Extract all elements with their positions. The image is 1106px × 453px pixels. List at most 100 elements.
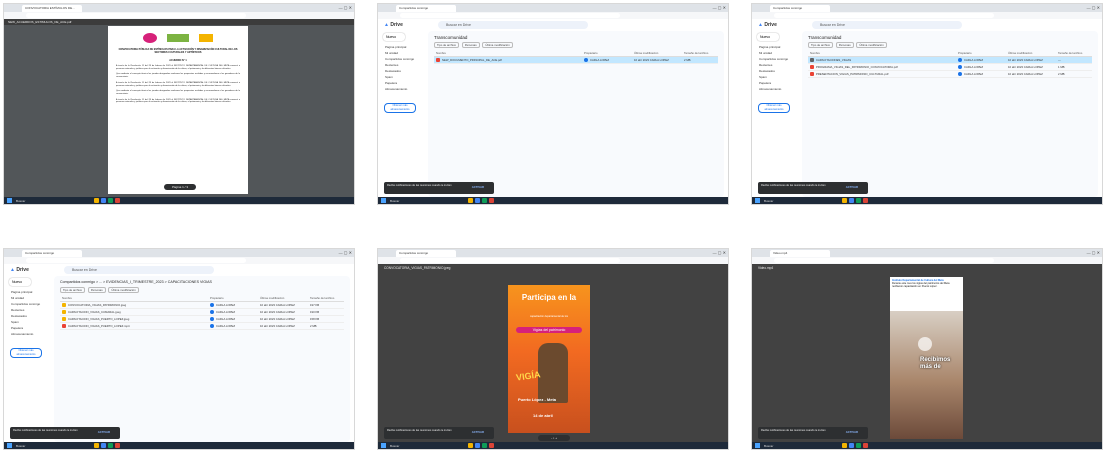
table-row[interactable]: CAPACITACION_VIGIAS_PUERTO_LOPEZ.jpeg CA… [60, 316, 344, 323]
taskbar-search[interactable]: Buscar [764, 444, 773, 448]
url-field[interactable] [400, 258, 620, 263]
drive-search-input[interactable]: Buscar en Drive [812, 21, 962, 29]
table-row[interactable]: CAPACITACION_VIGIAS_PUERTO_LOPEZ.mp4 CAR… [60, 323, 344, 330]
drive-search-input[interactable]: Buscar en Drive [64, 266, 214, 274]
col-modified[interactable]: Última modificación [1008, 51, 1032, 55]
col-modified[interactable]: Última modificación [260, 296, 284, 300]
sidebar-item-storage[interactable]: Almacenamiento [11, 332, 33, 336]
pdf-page-control[interactable]: Página 1 / 3 [164, 184, 196, 190]
windows-start-icon[interactable] [7, 198, 12, 203]
sidebar-item-spam[interactable]: Spam [385, 75, 393, 79]
filter-type[interactable]: Tipo de archivo [434, 42, 460, 48]
folder-icon[interactable] [94, 443, 99, 448]
video-player[interactable]: Instituto Departamental de Cultura del M… [890, 277, 963, 439]
sidebar-item-starred[interactable]: Destacados [11, 314, 27, 318]
col-name[interactable]: Nombre [62, 296, 72, 300]
sidebar-item-recent[interactable]: Recientes [385, 63, 398, 67]
excel-icon[interactable] [856, 443, 861, 448]
col-name[interactable]: Nombre [810, 51, 820, 55]
sidebar-item-trash[interactable]: Papelera [11, 326, 23, 330]
table-row[interactable]: CAPACITACIONES_VIGIAS CARLA LOPEZ 10 abr… [808, 57, 1092, 64]
drive-search-input[interactable]: Buscar en Drive [438, 21, 588, 29]
excel-icon[interactable] [856, 198, 861, 203]
window-controls[interactable]: — ▢ ✕ [339, 5, 352, 10]
browser-icon[interactable] [101, 198, 106, 203]
sidebar-item-spam[interactable]: Spam [11, 320, 19, 324]
folder-icon[interactable] [842, 198, 847, 203]
excel-icon[interactable] [482, 443, 487, 448]
browser-tab[interactable]: Compartidos conmigo [22, 250, 82, 257]
excel-icon[interactable] [108, 198, 113, 203]
sidebar-item-home[interactable]: Página principal [759, 45, 780, 49]
sidebar-item-starred[interactable]: Destacados [385, 69, 401, 73]
browser-icon[interactable] [475, 198, 480, 203]
table-row[interactable]: PROGRAMA_VIGIAS_DEL_PATRIMONIO_CONVOCATO… [808, 64, 1092, 71]
table-row[interactable]: CAPACITACION_VIGIAS_CUMARAL.jpeg CARLA L… [60, 309, 344, 316]
taskbar-search[interactable]: Buscar [764, 199, 773, 203]
taskbar-search[interactable]: Buscar [16, 199, 25, 203]
taskbar-search[interactable]: Buscar [390, 444, 399, 448]
url-field[interactable] [26, 258, 246, 263]
toast-action-button[interactable]: ACTIVAR [98, 430, 110, 435]
sidebar-item-my-drive[interactable]: Mi unidad [385, 51, 398, 55]
table-row[interactable]: NEW_DOCUMENTO_PRINCIPAL_DE_ACE.pdf CARLA… [434, 57, 718, 64]
filter-modified[interactable]: Última modificación [482, 42, 513, 48]
app-icon[interactable] [115, 443, 120, 448]
col-size[interactable]: Tamaño del archivo [310, 296, 334, 300]
sidebar-item-my-drive[interactable]: Mi unidad [759, 51, 772, 55]
folder-icon[interactable] [468, 443, 473, 448]
drive-logo[interactable]: ▲ Drive [10, 267, 29, 273]
col-owner[interactable]: Propietario [210, 296, 224, 300]
window-controls[interactable]: — ▢ ✕ [713, 250, 726, 255]
app-icon[interactable] [489, 198, 494, 203]
filter-modified[interactable]: Última modificación [856, 42, 887, 48]
sidebar-item-shared[interactable]: Compartidos conmigo [385, 57, 414, 61]
filter-people[interactable]: Personas [87, 287, 106, 293]
sidebar-item-shared[interactable]: Compartidos conmigo [11, 302, 40, 306]
sidebar-item-recent[interactable]: Recientes [11, 308, 24, 312]
window-controls[interactable]: — ▢ ✕ [1087, 5, 1100, 10]
browser-tab[interactable]: Compartidos conmigo [396, 5, 456, 12]
browser-tab[interactable]: CONVOCATORIA ESTÍMULOS DE... [22, 5, 82, 12]
filter-people[interactable]: Personas [461, 42, 480, 48]
browser-icon[interactable] [475, 443, 480, 448]
windows-start-icon[interactable] [755, 443, 760, 448]
new-button[interactable]: Nuevo [383, 33, 405, 41]
sidebar-item-trash[interactable]: Papelera [759, 81, 771, 85]
browser-icon[interactable] [101, 443, 106, 448]
browser-icon[interactable] [849, 198, 854, 203]
window-controls[interactable]: — ▢ ✕ [339, 250, 352, 255]
sidebar-item-spam[interactable]: Spam [759, 75, 767, 79]
table-row[interactable]: CONVOCATORIA_VIGIAS_PATRIMONIO.jpeg CARL… [60, 302, 344, 309]
toast-action-button[interactable]: ACTIVAR [846, 430, 858, 435]
app-icon[interactable] [489, 443, 494, 448]
col-owner[interactable]: Propietario [958, 51, 972, 55]
windows-start-icon[interactable] [381, 443, 386, 448]
window-controls[interactable]: — ▢ ✕ [713, 5, 726, 10]
excel-icon[interactable] [108, 443, 113, 448]
app-icon[interactable] [863, 443, 868, 448]
folder-icon[interactable] [842, 443, 847, 448]
browser-tab[interactable]: Compartidos conmigo [770, 5, 830, 12]
drive-logo[interactable]: ▲ Drive [758, 22, 777, 28]
windows-start-icon[interactable] [7, 443, 12, 448]
app-icon[interactable] [863, 198, 868, 203]
col-owner[interactable]: Propietario [584, 51, 598, 55]
get-storage-button[interactable]: Obtener más almacenamiento [758, 103, 790, 113]
sidebar-item-storage[interactable]: Almacenamiento [385, 87, 407, 91]
toast-action-button[interactable]: ACTIVAR [846, 185, 858, 190]
toast-action-button[interactable]: ACTIVAR [472, 430, 484, 435]
folder-icon[interactable] [468, 198, 473, 203]
toast-action-button[interactable]: ACTIVAR [472, 185, 484, 190]
filter-type[interactable]: Tipo de archivo [60, 287, 86, 293]
play-icon[interactable] [918, 337, 932, 351]
filter-modified[interactable]: Última modificación [108, 287, 139, 293]
breadcrumb[interactable]: Compartidos conmigo > ... > EVIDENCIAS_I… [60, 280, 212, 284]
browser-icon[interactable] [849, 443, 854, 448]
drive-logo[interactable]: ▲ Drive [384, 22, 403, 28]
sidebar-item-trash[interactable]: Papelera [385, 81, 397, 85]
taskbar-search[interactable]: Buscar [16, 444, 25, 448]
table-row[interactable]: PRESENTACION_VIGIAS_PATRIMONIO_CULTURAL.… [808, 71, 1092, 78]
windows-start-icon[interactable] [755, 198, 760, 203]
sidebar-item-storage[interactable]: Almacenamiento [759, 87, 781, 91]
